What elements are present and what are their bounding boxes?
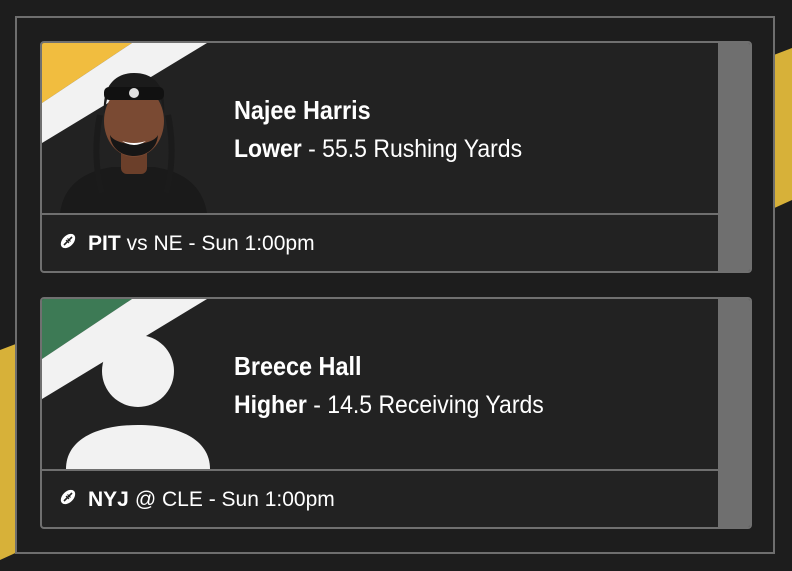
placeholder-silhouette — [66, 335, 210, 469]
matchup-text: @ CLE - Sun 1:00pm — [134, 488, 335, 511]
team-abbreviation: PIT — [88, 232, 121, 255]
pick-line: Lower - 55.5 Rushing Yards — [234, 135, 522, 164]
pick-separator: - — [306, 391, 328, 419]
pick-direction: Lower — [234, 135, 302, 163]
pick-stat: 14.5 Receiving Yards — [327, 391, 544, 419]
football-icon — [58, 487, 78, 513]
game-info-row: PIT vs NE - Sun 1:00pm — [42, 215, 720, 271]
pick-stat: 55.5 Rushing Yards — [322, 135, 523, 163]
pick-direction: Higher — [234, 391, 307, 419]
matchup-text: vs NE - Sun 1:00pm — [126, 232, 315, 255]
pick-card-najee-harris[interactable]: Najee Harris Lower - 55.5 Rushing Yards … — [40, 41, 752, 273]
team-abbreviation: NYJ — [88, 488, 129, 511]
game-info-row: NYJ @ CLE - Sun 1:00pm — [42, 471, 720, 527]
pick-card-header: Breece Hall Higher - 14.5 Receiving Yard… — [42, 299, 720, 469]
pick-card-breece-hall[interactable]: Breece Hall Higher - 14.5 Receiving Yard… — [40, 297, 752, 529]
pick-separator: - — [301, 135, 323, 163]
card-side-handle[interactable] — [718, 299, 750, 527]
player-photo — [60, 73, 207, 213]
football-icon — [58, 231, 78, 257]
card-side-handle[interactable] — [718, 43, 750, 271]
player-name: Najee Harris — [234, 95, 371, 125]
pick-card-header: Najee Harris Lower - 55.5 Rushing Yards — [42, 43, 720, 213]
player-name: Breece Hall — [234, 351, 362, 381]
pick-line: Higher - 14.5 Receiving Yards — [234, 391, 544, 420]
